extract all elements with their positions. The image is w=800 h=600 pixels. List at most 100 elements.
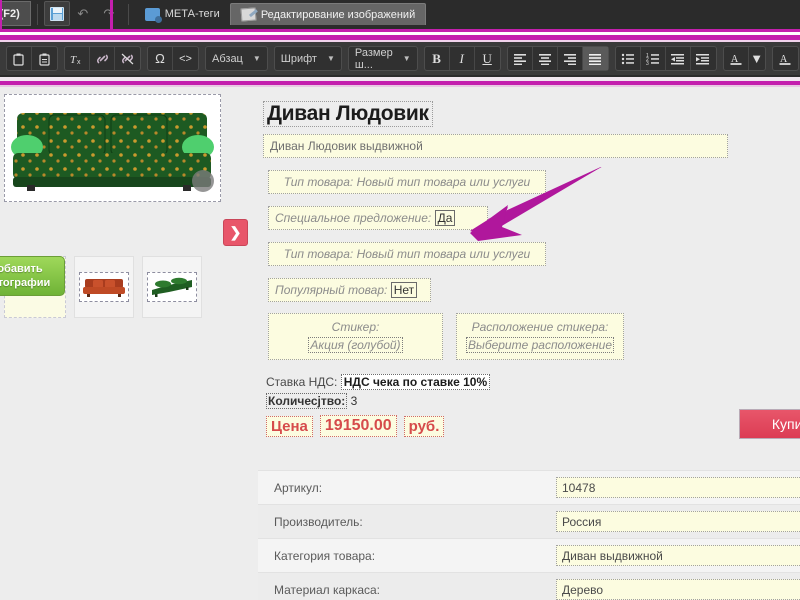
product-subtitle-field[interactable]: Диван Людовик выдвижной xyxy=(263,134,728,158)
special-character-icon[interactable]: Ω xyxy=(148,47,173,70)
special-offer-field[interactable]: Специальное предложение: Да xyxy=(268,206,488,230)
text-color-dropdown[interactable]: ▼ xyxy=(749,47,765,70)
paragraph-format-select[interactable]: Абзац ▼ xyxy=(205,46,268,71)
italic-button[interactable]: I xyxy=(450,47,475,70)
main-product-photo[interactable] xyxy=(4,94,221,202)
undo-button[interactable]: ↶ xyxy=(70,1,96,26)
clear-formatting-icon[interactable]: Tx xyxy=(65,47,90,70)
redo-button[interactable]: ↷ xyxy=(96,1,122,26)
toolbar-separator-2 xyxy=(127,4,129,25)
background-color-button[interactable]: A xyxy=(773,47,798,70)
magenta-left-edge-2 xyxy=(110,0,113,32)
orange-sofa-illustration xyxy=(81,274,127,300)
toolbar-separator xyxy=(36,4,38,25)
spec-key: Производитель: xyxy=(274,514,363,529)
spec-value[interactable]: Россия xyxy=(556,511,800,532)
undo-icon: ↶ xyxy=(77,5,89,21)
chevron-down-icon-3: ▼ xyxy=(402,54,411,63)
insert-link-icon[interactable] xyxy=(90,47,115,70)
table-row: Артикул: 10478 xyxy=(258,470,800,504)
spec-key: Материал каркаса: xyxy=(274,582,381,597)
add-photos-button[interactable]: Добавить фотографии xyxy=(0,256,65,296)
vat-rate-row: Ставка НДС: НДС чека по ставке 10% xyxy=(266,374,491,390)
paste-icon[interactable] xyxy=(7,47,32,70)
product-type-field-2[interactable]: Тип товара: Новый тип товара или услуги xyxy=(268,242,546,266)
numbered-list-button[interactable]: 123 xyxy=(641,47,666,70)
bold-button[interactable]: B xyxy=(425,47,450,70)
svg-text:3: 3 xyxy=(646,61,649,65)
special-offer-label: Специальное предложение: xyxy=(275,211,432,225)
toolbar-group-insert: Ω <> xyxy=(147,46,199,71)
text-color-button[interactable]: A xyxy=(724,47,749,70)
chevron-down-icon-2: ▼ xyxy=(326,54,335,63)
source-code-icon[interactable]: <> xyxy=(173,47,198,70)
toolbar-group-bgcolor: A xyxy=(771,46,799,71)
thumbnail-frame-1 xyxy=(79,272,129,302)
tab-meta-tags[interactable]: МЕТА-теги xyxy=(135,3,230,25)
tab-image-editing-label: Редактирование изображений xyxy=(260,8,416,21)
svg-text:T: T xyxy=(70,54,77,66)
sticker-field[interactable]: Стикер: Акция (голубой) xyxy=(268,313,443,360)
bullet-list-button[interactable] xyxy=(616,47,641,70)
editor-toolbar: Tx Ω <> Абзац ▼ Шрифт ▼ Размер ш... ▼ B xyxy=(0,42,800,75)
font-size-select[interactable]: Размер ш... ▼ xyxy=(347,46,418,71)
toolbar-group-align xyxy=(506,46,609,71)
green-sofa-illustration xyxy=(5,95,220,201)
quantity-value[interactable]: 3 xyxy=(351,394,358,408)
sticker-value[interactable]: Акция (голубой) xyxy=(308,337,403,353)
gallery-next-button[interactable]: ❯ xyxy=(223,219,248,246)
toolbar-group-lists: 123 xyxy=(614,46,717,71)
sticker-label: Стикер: xyxy=(331,320,380,334)
align-right-button[interactable] xyxy=(558,47,583,70)
add-photos-line1: Добавить xyxy=(0,263,43,275)
special-offer-value[interactable]: Да xyxy=(434,210,456,226)
spec-value[interactable]: Диван выдвижной xyxy=(556,545,800,566)
vat-rate-value[interactable]: НДС чека по ставке 10% xyxy=(340,374,491,390)
green-sofa-unfolded-illustration xyxy=(149,274,195,300)
paragraph-format-value: Абзац xyxy=(212,52,243,65)
price-currency[interactable]: руб. xyxy=(403,415,445,437)
product-editor-column: Диван Людовик Диван Людовик выдвижной Ти… xyxy=(258,87,800,600)
thumbnail-orange-sofa[interactable] xyxy=(74,256,134,318)
toolbar-group-format: Tx xyxy=(64,46,141,71)
outdent-button[interactable] xyxy=(666,47,691,70)
font-family-value: Шрифт xyxy=(280,52,317,65)
application-window: …мотр (F2) ↶ ↷ МЕТА-теги Редактирование … xyxy=(0,0,800,600)
font-family-select[interactable]: Шрифт ▼ xyxy=(273,46,342,71)
save-button[interactable] xyxy=(43,1,70,26)
save-icon xyxy=(49,6,64,21)
toolbar-group-style: B I U xyxy=(423,46,501,71)
price-amount[interactable]: 19150.00 xyxy=(319,415,397,437)
indent-button[interactable] xyxy=(691,47,716,70)
magenta-left-edge xyxy=(0,0,2,32)
page-content: ❯ Добавить фотографии xyxy=(0,87,800,600)
popular-product-field[interactable]: Популярный товар: Нет xyxy=(268,278,431,302)
table-row: Материал каркаса: Дерево xyxy=(258,572,800,600)
align-left-button[interactable] xyxy=(508,47,533,70)
page-title[interactable]: Диван Людовик xyxy=(263,101,433,127)
unlink-icon[interactable] xyxy=(115,47,140,70)
align-justify-button[interactable] xyxy=(582,47,608,70)
thumbnail-strip: Добавить фотографии xyxy=(0,256,202,318)
product-type-field-1[interactable]: Тип товара: Новый тип товара или услуги xyxy=(268,170,546,194)
sticker-position-value[interactable]: Выберите расположение xyxy=(465,337,615,353)
specifications-table: Артикул: 10478 Производитель: Россия Кат… xyxy=(258,470,800,600)
popular-product-value[interactable]: Нет xyxy=(390,282,418,298)
buy-button[interactable]: Купить xyxy=(739,409,800,439)
align-center-button[interactable] xyxy=(533,47,558,70)
tab-meta-tags-label: МЕТА-теги xyxy=(164,8,220,20)
price-row: Цена 19150.00 руб. xyxy=(266,415,445,437)
font-size-value: Размер ш... xyxy=(354,46,393,71)
underline-button[interactable]: U xyxy=(475,47,500,70)
thumbnail-green-sofa-open[interactable] xyxy=(142,256,202,318)
thumbnail-add-slot[interactable]: Добавить фотографии xyxy=(0,256,66,318)
sticker-position-field[interactable]: Расположение стикера: Выберите расположе… xyxy=(456,313,624,360)
spec-value[interactable]: Дерево xyxy=(556,579,800,600)
price-label[interactable]: Цена xyxy=(266,415,313,437)
preview-button[interactable]: …мотр (F2) xyxy=(0,1,31,26)
sticker-position-label: Расположение стикера: xyxy=(471,320,609,334)
spec-value[interactable]: 10478 xyxy=(556,477,800,498)
paste-from-word-icon[interactable] xyxy=(32,47,57,70)
tab-image-editing[interactable]: Редактирование изображений xyxy=(229,3,427,25)
image-edit-icon xyxy=(240,7,257,22)
